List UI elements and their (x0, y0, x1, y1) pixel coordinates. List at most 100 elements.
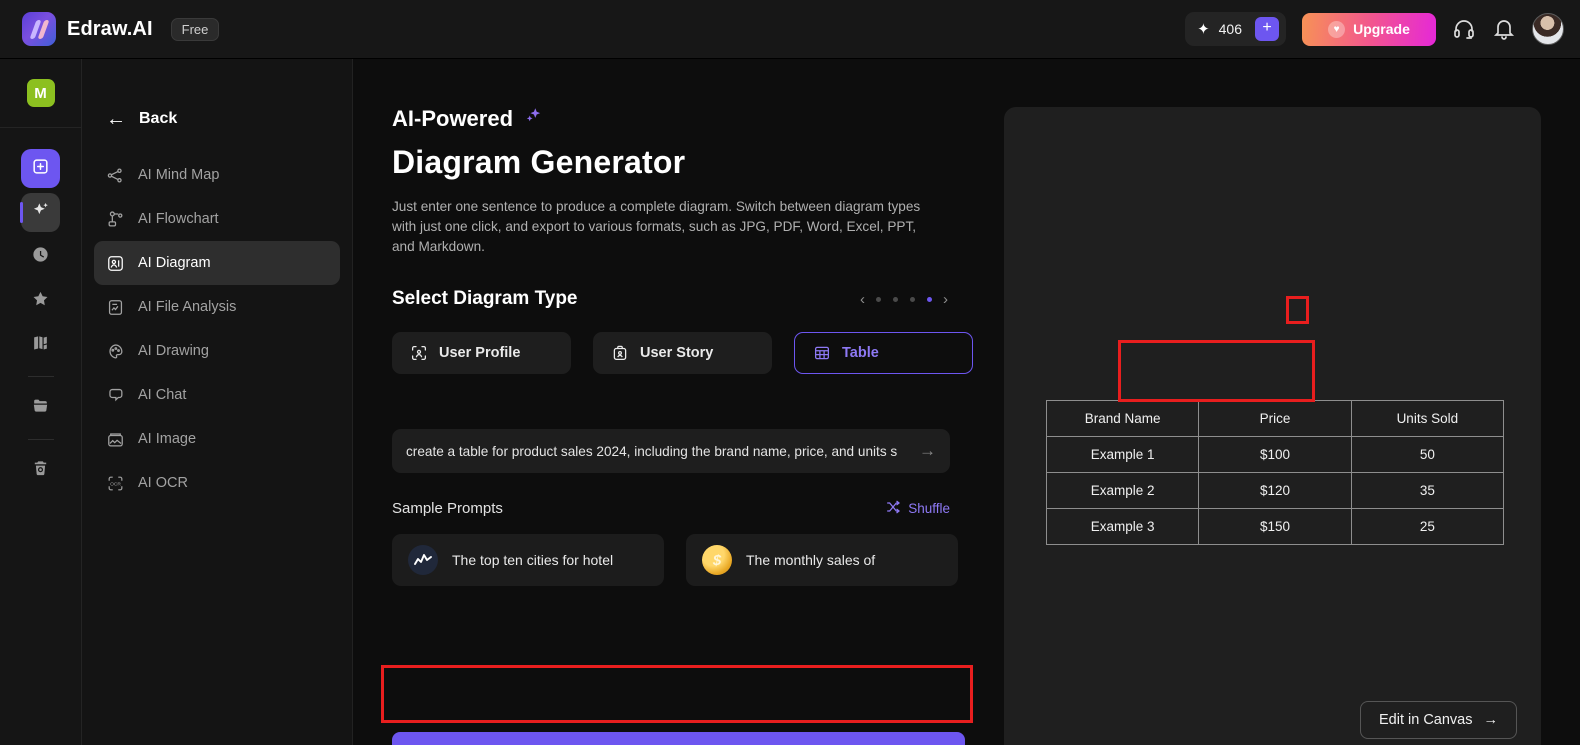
sidebar-item-ai-image[interactable]: AI Image (94, 417, 340, 461)
sample-prompts-title: Sample Prompts (392, 500, 503, 517)
sidebar-label: AI Drawing (138, 343, 209, 359)
carousel-dot[interactable] (910, 296, 915, 302)
trash-icon (31, 459, 50, 483)
prompt-input-value[interactable]: create a table for product sales 2024, i… (406, 444, 911, 459)
plus-square-icon (31, 157, 50, 181)
shuffle-button[interactable]: Shuffle (885, 499, 950, 518)
table-header-cell: Brand Name (1045, 400, 1200, 437)
carousel-dot-active[interactable] (927, 296, 932, 302)
table-header-row: Brand Name Price Units Sold (1045, 400, 1505, 437)
rail-item-templates[interactable] (21, 325, 60, 364)
sample-prompt-label: The top ten cities for hotel (452, 552, 614, 568)
back-button[interactable]: ← Back (82, 59, 352, 129)
bell-icon[interactable] (1492, 17, 1516, 41)
sidebar-item-ai-diagram[interactable]: AI Diagram (94, 241, 340, 285)
rail-item-recent[interactable] (21, 237, 60, 276)
section-title: Select Diagram Type (392, 288, 578, 309)
edit-in-canvas-label: Edit in Canvas (1379, 712, 1473, 728)
mind-map-icon (106, 166, 125, 185)
diagram-type-label: Table (842, 345, 879, 361)
sidebar-label: AI Chat (138, 387, 187, 403)
diagram-type-user-story[interactable]: User Story (593, 332, 772, 374)
table-cell: $120 (1198, 472, 1352, 509)
sidebar-label: AI OCR (138, 475, 188, 491)
feature-sidebar: ← Back AI Mind Map AI Flowchart AI Diagr… (82, 59, 353, 745)
upgrade-button[interactable]: ♥ Upgrade (1302, 12, 1436, 46)
carousel-dot[interactable] (876, 296, 881, 302)
diagram-type-label: User Profile (439, 345, 521, 361)
rail-item-trash[interactable] (21, 451, 60, 490)
rail-item-ai-tools[interactable] (20, 193, 60, 232)
star-icon (31, 289, 50, 313)
eyebrow-label: AI-Powered (392, 106, 514, 131)
carousel-dots (876, 296, 932, 302)
preview-panel: Brand Name Price Units Sold Example 1 $1… (1004, 107, 1541, 745)
table-cell: Example 3 (1045, 508, 1200, 545)
sidebar-item-ai-mind-map[interactable]: AI Mind Map (94, 153, 340, 197)
sidebar-item-ai-drawing[interactable]: AI Drawing (94, 329, 340, 373)
headset-icon[interactable] (1452, 17, 1476, 41)
carousel-prev-button[interactable]: ‹ (858, 291, 867, 308)
clock-icon (31, 245, 50, 269)
arrow-right-icon[interactable]: → (919, 441, 936, 461)
sidebar-label: AI Diagram (138, 255, 211, 271)
sidebar-item-ai-flowchart[interactable]: AI Flowchart (94, 197, 340, 241)
table-cell: 25 (1350, 508, 1505, 545)
upgrade-label: Upgrade (1353, 21, 1410, 37)
line-chart-icon (408, 545, 438, 575)
sample-prompt-card[interactable]: The top ten cities for hotel (392, 534, 664, 586)
sidebar-label: AI Flowchart (138, 211, 219, 227)
select-type-header: Select Diagram Type ‹ › (392, 288, 950, 310)
start-button[interactable]: Start (392, 732, 965, 745)
carousel-next-button[interactable]: › (941, 291, 950, 308)
diamond-icon: ♥ (1328, 20, 1346, 38)
app-header: Edraw.AI Free ✦ 406 + ♥ Upgrade (0, 0, 1580, 59)
page-title: Diagram Generator (392, 144, 686, 180)
plan-badge: Free (170, 17, 220, 41)
generator-form: AI-Powered Diagram Generator Just enter … (392, 59, 992, 586)
prompt-input[interactable]: create a table for product sales 2024, i… (392, 429, 950, 473)
page-description: Just enter one sentence to produce a com… (392, 199, 921, 254)
brand[interactable]: Edraw.AI Free (0, 12, 220, 46)
sparkle-icon (31, 200, 51, 225)
table-cell: 50 (1350, 436, 1505, 473)
shuffle-icon (885, 499, 901, 518)
sidebar-item-ai-file-analysis[interactable]: AI File Analysis (94, 285, 340, 329)
templates-icon (31, 333, 50, 357)
sidebar-item-ai-chat[interactable]: AI Chat (94, 373, 340, 417)
add-credits-button[interactable]: + (1255, 17, 1279, 41)
rail-item-new-document[interactable] (21, 149, 60, 188)
sidebar-label: AI Mind Map (138, 167, 220, 183)
sparkle-icon (649, 742, 667, 745)
brand-name: Edraw.AI (67, 17, 153, 40)
rail-item-files[interactable] (21, 388, 60, 427)
diagram-type-table[interactable]: Table (794, 332, 973, 374)
preview-table: Brand Name Price Units Sold Example 1 $1… (1045, 400, 1505, 545)
arrow-left-icon: ← (106, 108, 126, 130)
workspace-initial: M (26, 79, 55, 107)
diagram-type-label: User Story (640, 345, 714, 361)
sample-prompt-list: The top ten cities for hotel The monthly… (392, 534, 992, 586)
rail-divider-2 (27, 439, 54, 440)
carousel-dot[interactable] (893, 296, 898, 302)
sample-prompts-header: Sample Prompts Shuffle (392, 499, 950, 518)
table-row: Example 2 $120 35 (1045, 472, 1505, 509)
credits-widget[interactable]: ✦ 406 + (1185, 12, 1286, 46)
left-rail: M (0, 59, 82, 745)
avatar[interactable] (1532, 13, 1564, 45)
edraw-logo-icon (22, 12, 56, 46)
diagram-type-user-profile[interactable]: User Profile (392, 332, 571, 374)
page-eyebrow: AI-Powered (392, 105, 992, 133)
credits-count: 406 (1218, 21, 1242, 37)
rail-item-favorites[interactable] (21, 281, 60, 320)
diagram-type-list: User Profile User Story Table (392, 332, 992, 374)
sidebar-item-ai-ocr[interactable]: OCR AI OCR (94, 461, 340, 505)
diagram-icon (106, 254, 125, 273)
workspace-switcher[interactable]: M (0, 59, 81, 128)
back-label: Back (139, 110, 178, 127)
table-cell: Example 1 (1045, 436, 1200, 473)
edit-in-canvas-button[interactable]: Edit in Canvas → (1360, 701, 1517, 739)
table-row: Example 1 $100 50 (1045, 436, 1505, 473)
sample-prompt-card[interactable]: The monthly sales of (686, 534, 958, 586)
sample-prompt-label: The monthly sales of (746, 552, 876, 568)
